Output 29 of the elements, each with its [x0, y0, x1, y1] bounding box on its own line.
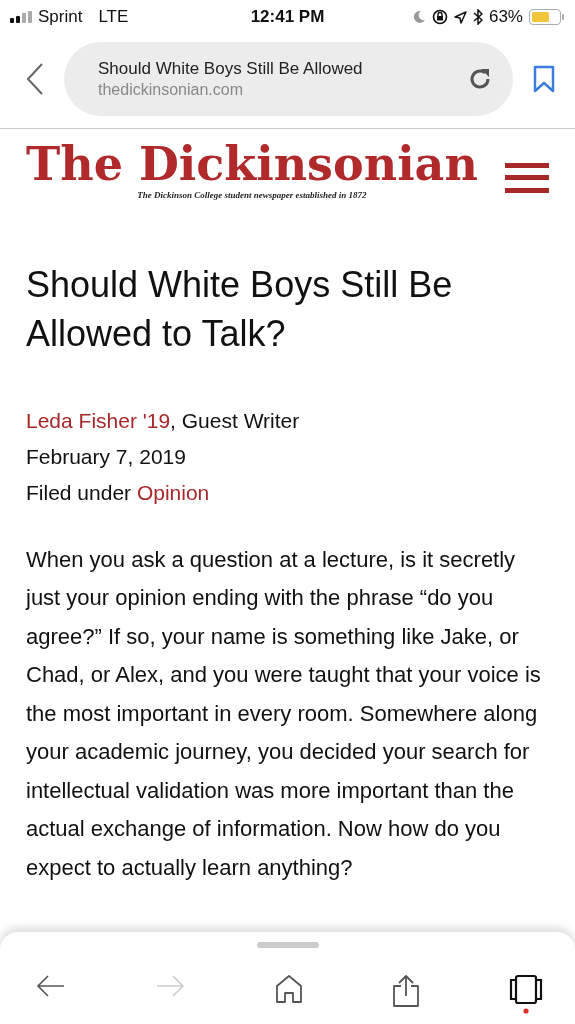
bluetooth-icon — [472, 9, 483, 25]
home-icon[interactable] — [274, 974, 303, 1004]
share-icon[interactable] — [391, 974, 420, 1008]
author-link[interactable]: Leda Fisher '19 — [26, 408, 171, 432]
moon-icon — [411, 10, 426, 24]
back-arrow-icon[interactable] — [36, 974, 66, 998]
page-title: Should White Boys Still Be Allowed — [98, 59, 363, 79]
signal-icon — [10, 11, 32, 23]
rotation-lock-icon — [431, 9, 448, 25]
publish-date: February 7, 2019 — [26, 444, 187, 469]
tabs-icon[interactable] — [509, 974, 543, 1014]
bookmark-icon[interactable] — [533, 65, 555, 93]
author-role: , Guest Writer — [170, 408, 300, 432]
newspaper-logo[interactable]: The Dickinsonian — [26, 139, 478, 190]
article-body: When you ask a question at a lecture, is it secretly just your opinion ending with the phrase “do you agree?” If so, your name is something like Jake, or Chad, or Alex, and you were taught that your voice is the most important in every room. Somewhere along your academic journey, you decided your search for intellectual validation was more important than the actual exchange of information. Now how do you expect to actually learn anything? — [26, 545, 542, 882]
back-icon[interactable] — [26, 63, 44, 95]
battery-icon — [529, 9, 565, 25]
address-bar[interactable]: Should White Boys Still Be Allowed thedickinsonian.com — [64, 42, 513, 116]
article-title: Should White Boys Still Be Allowed to Talk? — [26, 262, 454, 357]
filed-label: Filed under — [26, 480, 132, 504]
network-type: LTE — [98, 7, 129, 27]
carrier-name: Sprint — [38, 7, 83, 27]
menu-icon[interactable] — [505, 161, 549, 195]
battery-percent: 63% — [488, 7, 523, 27]
logo-tagline: The Dickinson College student newspaper established in 1872 — [137, 189, 367, 200]
category-link[interactable]: Opinion — [136, 480, 210, 504]
location-icon — [453, 10, 467, 24]
domain-text: thedickinsonian.com — [98, 81, 244, 99]
clock-time: 12:41 PM — [250, 7, 325, 27]
